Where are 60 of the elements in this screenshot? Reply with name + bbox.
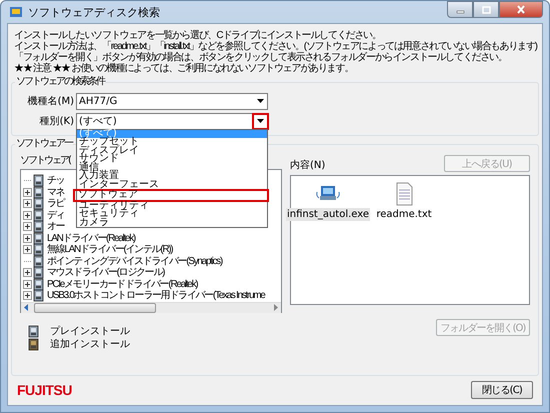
dropdown-option[interactable]: インターフェース [77,180,267,189]
panel-label: ソフトウェア( [20,155,70,167]
tree-item[interactable]: PCIeメモリーカードドライバー(Realtek) [46,278,198,290]
software-icon [33,208,45,222]
field-label: 種別(K) [38,115,74,128]
group-label: ソフトウェア一 [15,138,73,150]
additional-install-icon [28,338,40,350]
software-icon [33,254,45,268]
dropdown-option[interactable]: ユーティリティ [77,202,267,210]
horizontal-scrollbar[interactable] [21,302,281,312]
dropdown-option[interactable]: カメラ [77,218,267,227]
panel-label: 内容(N) [290,160,326,172]
tree-item[interactable]: 無線LANドライバー(インテル(R)) [46,244,172,256]
file-name[interactable]: infinst_autol.exe [286,208,370,221]
tree-item[interactable]: マネ [46,186,64,198]
logo: FUJITSU [17,382,72,398]
group-label: ソフトウェアの検索条件 [15,76,105,88]
maximize-button[interactable] [473,1,499,18]
tree-item[interactable]: ポインティングデバイスドライバー(Synaptics) [46,256,222,267]
close-icon [516,5,526,14]
maximize-icon [482,6,490,14]
legend-label: 追加インストール [50,338,130,351]
caret-icon [257,99,264,103]
dropdown-option[interactable]: 入力装置 [77,172,267,180]
field-label: 機種名(M) [26,94,74,108]
software-icon [33,220,45,234]
dropdown-option[interactable]: ディスプレイ [77,146,267,155]
software-icon [33,232,45,245]
close-button[interactable] [499,1,543,18]
tree-item[interactable]: マウスドライバー(ロジクール) [46,267,164,278]
tree-item[interactable]: USB3.0ホストコントローラー用ドライバー(Texas Instrume [46,290,264,302]
software-icon [33,278,45,291]
tree-item[interactable]: チッ [46,175,64,186]
dropdown-option[interactable]: ソフトウェア [73,189,269,202]
software-icon [33,243,45,256]
instruction-text: インストールしたいソフトウェアを一覧から選び、Cドライブにインストールしてください。 [14,30,382,41]
software-icon [33,186,45,199]
software-icon [33,266,45,280]
close-dialog-button[interactable]: 閉じる(C) [471,381,533,399]
legend-label: プレインストール [50,324,130,338]
dropdown-option[interactable]: セキュリティ [77,210,267,218]
minimize-button[interactable] [447,1,473,18]
dropdown-option[interactable]: サウンド [77,155,267,164]
tree-item[interactable]: オー [46,221,64,232]
tree-item[interactable]: ラピ [46,198,64,210]
caret-icon [257,119,264,123]
tree-item[interactable]: LANドライバー(Realtek) [46,232,135,244]
file-name[interactable]: readme.txt [375,208,433,221]
instruction-text: ★★ 注意 ★★ お使いの機種によっては、ご利用になれないソフトウェアがあります。 [14,63,354,74]
software-icon [33,197,45,210]
model-dropdown[interactable]: AH77/G [76,92,268,110]
window-icon [9,5,23,19]
instruction-text: インストール方法は、「readme.txt」「install.txt」などを参照してください。(ソフトウェアによっては用意されていない場合もあります) [14,41,538,52]
instruction-text: 「フォルダーを開く」ボタンが有効の場合は、ボタンをクリックして表示されるフォルダーからインストールしてください。 [14,52,508,63]
preinstall-icon [28,324,40,338]
software-icon [33,174,45,188]
scroll-thumb[interactable] [34,302,156,312]
software-icon [33,289,45,302]
tree-item[interactable]: ディ [46,210,64,221]
window-title: ソフトウェアディスク検索 [28,4,160,20]
